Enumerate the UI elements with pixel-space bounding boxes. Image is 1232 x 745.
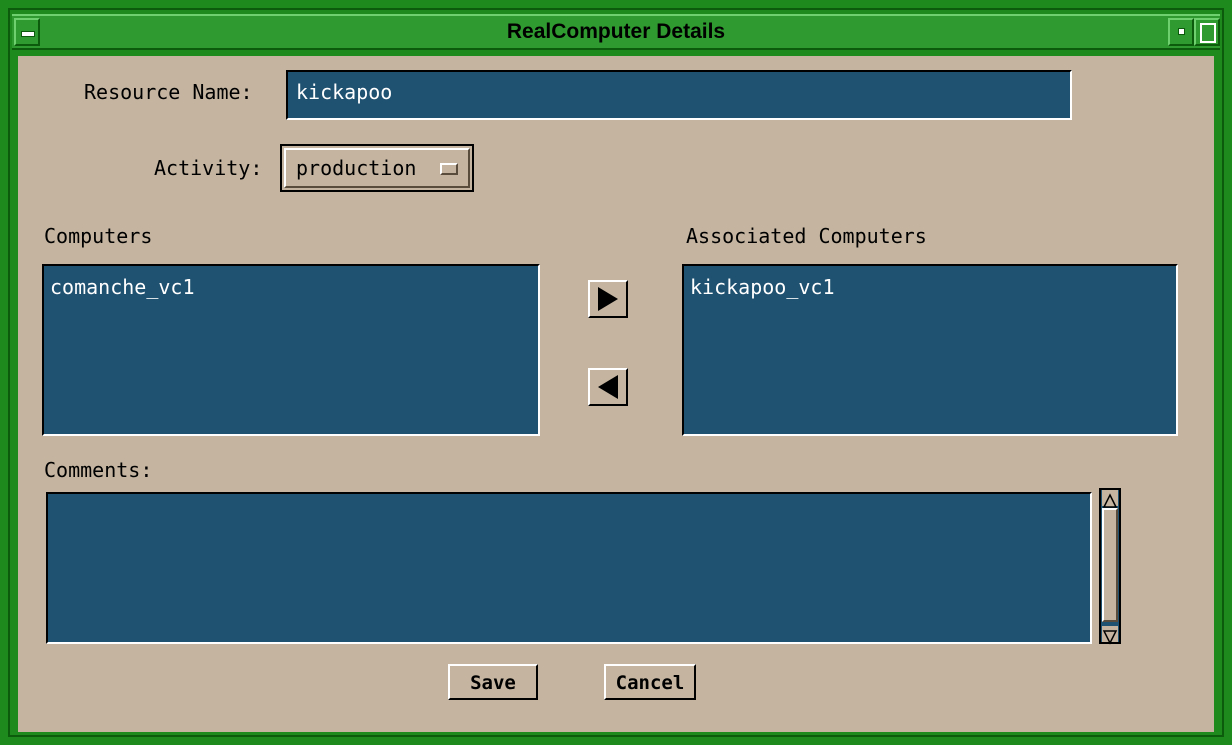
- cancel-button[interactable]: Cancel: [604, 664, 696, 700]
- minimize-button[interactable]: [1168, 18, 1194, 46]
- cancel-button-label: Cancel: [615, 672, 685, 694]
- associated-list-item[interactable]: kickapoo_vc1: [690, 274, 835, 300]
- scroll-up-button[interactable]: [1102, 490, 1118, 508]
- resource-name-value: kickapoo: [296, 80, 393, 104]
- comments-scrollbar[interactable]: [1099, 488, 1121, 645]
- maximize-button[interactable]: [1194, 18, 1220, 46]
- resource-name-input[interactable]: kickapoo: [286, 70, 1072, 120]
- down-arrow-icon: [1102, 630, 1118, 645]
- window-title: RealComputer Details: [506, 20, 726, 43]
- up-arrow-icon: [1102, 493, 1118, 508]
- save-button[interactable]: Save: [448, 664, 538, 700]
- computers-label: Computers: [44, 224, 153, 248]
- window-frame: RealComputer Details Resource Name: kick…: [0, 0, 1232, 745]
- computers-list[interactable]: comanche_vc1: [42, 264, 540, 436]
- computers-list-item[interactable]: comanche_vc1: [50, 274, 195, 300]
- activity-option-menu[interactable]: production: [280, 144, 474, 192]
- minimize-icon: [1178, 28, 1185, 35]
- title-bar[interactable]: RealComputer Details: [12, 14, 1220, 50]
- resource-name-label: Resource Name:: [84, 80, 253, 104]
- left-arrow-icon: [598, 375, 618, 399]
- save-button-label: Save: [470, 672, 516, 694]
- scroll-down-button[interactable]: [1102, 626, 1118, 645]
- remove-association-button[interactable]: [588, 368, 628, 406]
- option-menu-indicator-icon: [440, 163, 458, 175]
- associated-computers-list[interactable]: kickapoo_vc1: [682, 264, 1178, 436]
- comments-textarea[interactable]: [46, 492, 1092, 644]
- associated-computers-label: Associated Computers: [686, 224, 927, 248]
- maximize-icon: [1200, 23, 1216, 43]
- scrollbar-thumb[interactable]: [1102, 508, 1118, 622]
- activity-label: Activity:: [154, 156, 263, 180]
- dialog-body: Resource Name: kickapoo Activity: produc…: [18, 56, 1214, 732]
- right-arrow-icon: [598, 287, 618, 311]
- add-association-button[interactable]: [588, 280, 628, 318]
- activity-value: production: [296, 156, 417, 180]
- comments-label: Comments:: [44, 458, 153, 482]
